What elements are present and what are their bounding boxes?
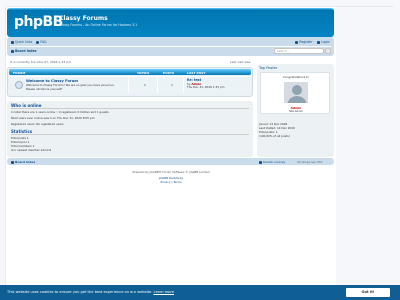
site-logo[interactable]: phpBB	[14, 14, 63, 30]
last-visit: Last visit was:	[230, 60, 252, 64]
faq-link[interactable]: FAQ	[36, 40, 47, 44]
home-icon	[11, 160, 14, 164]
search-button[interactable]	[325, 48, 331, 54]
forum-description: Welcome to Classy Forums! We are so glad…	[26, 83, 115, 91]
col-posts: POSTS	[163, 70, 175, 75]
forum-read-icon	[15, 81, 23, 89]
quick-links-link[interactable]: Quick links	[11, 40, 32, 44]
search-input[interactable]: Search…	[274, 48, 324, 54]
avatar-head-shape	[292, 85, 302, 95]
site-title: Classy Forums	[59, 15, 108, 22]
board-index-link[interactable]: Board index	[11, 49, 37, 53]
last-post-date: Thu Dec 31, 2026 1:33 pm	[187, 85, 225, 90]
stat-newest-member[interactable]: Our newest member admin2	[11, 148, 51, 152]
top-poster-heading: Top Poster	[259, 66, 278, 70]
footer-navbar: Board index Delete cookies All times are…	[7, 158, 334, 165]
cookie-text: This website uses cookies to ensure you …	[7, 290, 153, 294]
login-link[interactable]: Login	[317, 40, 330, 44]
avatar-body-shape	[287, 96, 307, 103]
question-icon	[36, 40, 40, 44]
got-it-button[interactable]: Got it!	[346, 288, 390, 297]
navbar-top-right: Register Login	[295, 40, 330, 44]
online-record: Most users ever online was 4 on Thu Dec …	[11, 116, 95, 120]
menu-icon	[11, 40, 14, 44]
column-divider	[183, 77, 184, 93]
col-last-post: LAST POST	[187, 70, 206, 75]
forum-list-header: FORUM TOPICS POSTS LAST POST	[9, 69, 251, 75]
site-header: phpBB Classy Forums Classy Forums - An O…	[7, 8, 334, 37]
delete-cookies-label: Delete cookies	[263, 160, 286, 164]
register-label: Register	[299, 40, 313, 44]
board-index-label: Board index	[15, 49, 37, 53]
faq-label: FAQ	[40, 40, 47, 44]
forum-list: FORUM TOPICS POSTS LAST POST Welcome to …	[7, 67, 253, 97]
learn-more-link[interactable]: Learn more	[154, 290, 175, 294]
pencil-icon	[295, 40, 299, 44]
footer-board-index-label: Board index	[15, 160, 36, 164]
online-registered: Registered users: No registered users	[11, 122, 64, 126]
breadcrumb: Board index	[11, 49, 37, 53]
register-link[interactable]: Register	[295, 40, 312, 44]
cookie-message: This website uses cookies to ensure you …	[7, 290, 174, 294]
column-divider	[128, 77, 129, 93]
forum-row[interactable]: Welcome to Classy Forum Welcome to Class…	[9, 76, 251, 93]
navbar-divider	[10, 46, 331, 47]
column-divider	[157, 77, 158, 93]
timezone-text: All times are UTC	[297, 160, 323, 164]
privacy-link[interactable]: Privacy	[160, 180, 170, 184]
navbar-top-left: Quick links FAQ	[11, 40, 47, 44]
quick-links-label: Quick links	[15, 40, 33, 44]
forum-last-post: Re: test by Admin Thu Dec 31, 2026 1:33 …	[187, 78, 225, 90]
col-topics: TOPICS	[137, 70, 150, 75]
top-poster-rank: Site Admin	[288, 110, 304, 113]
navbar: Quick links FAQ Register Login Board ind…	[7, 37, 334, 56]
forum-posts-count: 1	[171, 83, 173, 87]
footer-links: Privacy | Terms	[160, 180, 182, 184]
page-wrapper: phpBB Classy Forums Classy Forums - An O…	[5, 6, 396, 297]
trash-icon	[259, 160, 262, 164]
terms-link[interactable]: Terms	[173, 180, 181, 184]
site-description: Classy Forums - An Online Forum for Hack…	[59, 23, 138, 27]
top-poster-percent: (100.00% of all posts)	[259, 134, 290, 138]
who-is-online-panel: Who is online In total there are 1 users…	[7, 101, 253, 157]
avatar	[283, 81, 309, 104]
login-icon	[317, 40, 321, 44]
top-poster-card: Congratulations to Admin Site Admin	[260, 72, 330, 114]
login-label: Login	[321, 40, 330, 44]
current-time: It is currently Sun Nov 07, 2026 1:33 pm	[10, 60, 72, 64]
home-icon	[11, 49, 14, 53]
top-poster-sidebar: Top Poster Congratulations to Admin Site…	[257, 64, 334, 157]
congrats-text: Congratulations to	[283, 75, 309, 79]
footer-board-index-link[interactable]: Board index	[11, 160, 35, 164]
powered-by: Powered by phpBB® Forum Software © phpBB…	[132, 170, 210, 174]
col-forum: FORUM	[13, 70, 26, 75]
delete-cookies-link[interactable]: Delete cookies	[259, 160, 285, 164]
cookie-banner: This website uses cookies to ensure you …	[0, 285, 400, 300]
forum-topics-count: 1	[144, 83, 146, 87]
heading-divider	[11, 134, 249, 135]
heading-divider	[11, 108, 249, 109]
page-margin	[336, 7, 396, 297]
online-total: In total there are 1 users online :: 0 r…	[11, 110, 109, 114]
